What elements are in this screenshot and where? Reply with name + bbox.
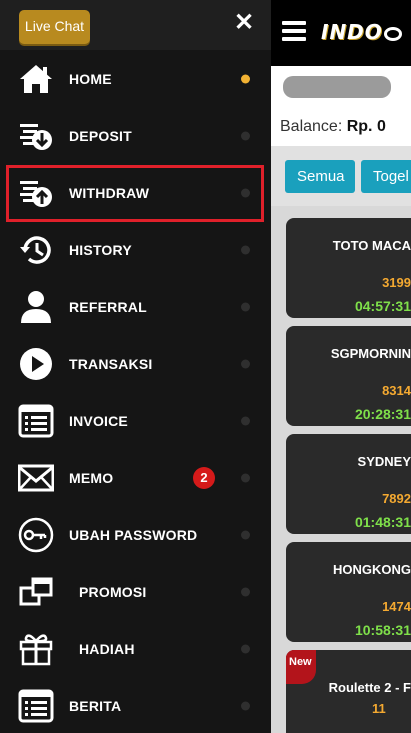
menu-label: HADIAH <box>79 640 135 657</box>
indicator-dot <box>241 644 250 653</box>
history-icon <box>20 235 51 264</box>
unread-count-badge: 2 <box>193 466 215 489</box>
market-name: SYDNEY <box>357 454 411 469</box>
market-countdown: 10:58:31 <box>354 622 411 638</box>
menu-item-transaksi[interactable]: TRANSAKSI <box>0 335 271 392</box>
menu-item-referral[interactable]: REFERRAL <box>0 278 271 335</box>
gift-icon <box>19 633 53 665</box>
filter-semua-button[interactable]: Semua <box>285 160 355 193</box>
indicator-dot <box>241 131 250 140</box>
indicator-dot <box>241 530 250 539</box>
menu-label: INVOICE <box>69 412 128 429</box>
menu-item-berita[interactable]: BERITA <box>0 677 271 733</box>
active-indicator-dot <box>241 74 250 83</box>
menu-item-home[interactable]: HOME <box>0 50 271 107</box>
market-card-toto-macau[interactable]: TOTO MACA 3199 04:57:31 <box>286 218 411 318</box>
live-chat-button[interactable]: Live Chat <box>19 10 90 44</box>
indicator-dot <box>241 701 250 710</box>
market-countdown: 04:57:31 <box>354 298 411 314</box>
username-redacted <box>283 76 391 98</box>
invoice-icon <box>18 404 54 437</box>
deposit-icon <box>20 123 52 150</box>
market-result: 8314 <box>382 383 411 398</box>
menu-label: UBAH PASSWORD <box>69 526 198 543</box>
indicator-dot <box>241 587 250 596</box>
withdraw-highlight-box <box>6 165 264 222</box>
menu-label: REFERRAL <box>69 298 147 315</box>
news-icon <box>18 689 54 722</box>
filter-togel-button[interactable]: Togel <box>361 160 411 193</box>
market-result: 7892 <box>382 491 411 506</box>
menu-label: DEPOSIT <box>69 127 132 144</box>
market-result: 1474 <box>382 599 411 614</box>
market-countdown: 01:48:31 <box>354 514 411 530</box>
menu-item-deposit[interactable]: DEPOSIT <box>0 107 271 164</box>
menu-item-history[interactable]: HISTORY <box>0 221 271 278</box>
menu-label: PROMOSI <box>79 583 147 600</box>
menu-item-invoice[interactable]: INVOICE <box>0 392 271 449</box>
balance-value: Rp. 0 <box>346 118 386 135</box>
user-icon <box>21 290 51 323</box>
menu-label: BERITA <box>69 697 122 714</box>
menu-label: TRANSAKSI <box>69 355 153 372</box>
indicator-dot <box>241 473 250 482</box>
menu-label: HOME <box>69 70 112 87</box>
play-icon <box>20 347 52 380</box>
market-card-hongkong[interactable]: HONGKONG 1474 10:58:31 <box>286 542 411 642</box>
menu-item-promosi[interactable]: PROMOSI <box>0 563 271 620</box>
indicator-dot <box>241 359 250 368</box>
menu-item-memo[interactable]: MEMO 2 <box>0 449 271 506</box>
top-bar: INDO <box>271 0 411 66</box>
game-filter-bar: Semua Togel <box>271 146 411 206</box>
user-info-bar: Balance: Rp. 0 <box>271 66 411 146</box>
envelope-icon <box>18 464 54 491</box>
menu-label: MEMO <box>69 469 114 486</box>
logo-mark-icon <box>383 26 402 41</box>
menu-label: HISTORY <box>69 241 132 258</box>
balance-label: Balance: <box>280 118 343 135</box>
logo-text: INDO <box>321 20 383 44</box>
close-icon[interactable]: ✕ <box>233 10 255 36</box>
market-countdown: 20:28:31 <box>354 406 411 422</box>
hamburger-menu-icon[interactable] <box>282 21 306 43</box>
market-result: 3199 <box>382 275 411 290</box>
side-drawer: Live Chat ✕ HOME DEPOSIT WITHDRAW HISTOR… <box>0 0 271 733</box>
new-badge: New <box>286 650 316 684</box>
balance: Balance: Rp. 0 <box>280 118 386 136</box>
promo-icon <box>19 577 53 605</box>
home-icon <box>20 64 52 93</box>
market-name: HONGKONG <box>333 562 411 577</box>
menu-item-hadiah[interactable]: HADIAH <box>0 620 271 677</box>
market-card-sgpmorning[interactable]: SGPMORNIN 8314 20:28:31 <box>286 326 411 426</box>
menu-item-ubah-password[interactable]: UBAH PASSWORD <box>0 506 271 563</box>
main-content: INDO Balance: Rp. 0 Semua Togel TOTO MAC… <box>271 0 411 733</box>
game-name: Roulette 2 - F <box>328 680 411 695</box>
game-card-roulette[interactable]: New Roulette 2 - F 11 <box>286 650 411 733</box>
market-card-sydney[interactable]: SYDNEY 7892 01:48:31 <box>286 434 411 534</box>
indicator-dot <box>241 416 250 425</box>
market-name: TOTO MACA <box>332 238 411 253</box>
game-result: 11 <box>372 701 386 716</box>
drawer-header: Live Chat ✕ <box>0 0 271 50</box>
key-icon <box>18 517 54 552</box>
market-name: SGPMORNIN <box>330 346 411 361</box>
site-logo[interactable]: INDO <box>321 20 411 46</box>
indicator-dot <box>241 245 250 254</box>
indicator-dot <box>241 302 250 311</box>
